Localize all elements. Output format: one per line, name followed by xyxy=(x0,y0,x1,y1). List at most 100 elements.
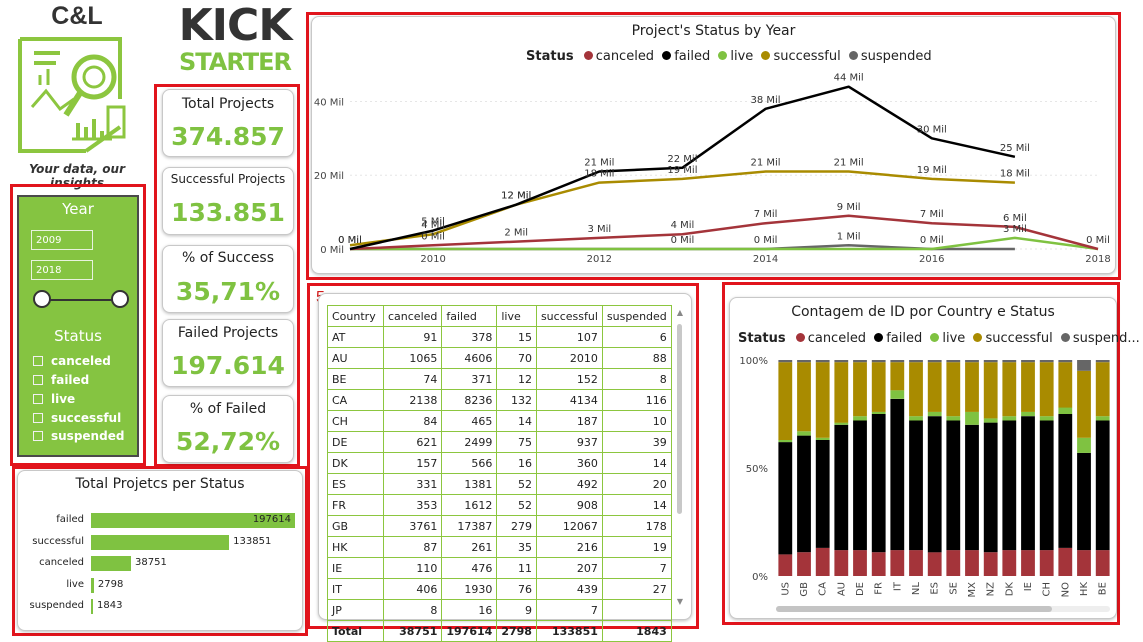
table-row[interactable]: IE 110 476 11 207 7 xyxy=(327,557,672,579)
column-header[interactable]: successful xyxy=(535,305,603,327)
kpi-card-total-projects: Total Projects 374.857 xyxy=(162,89,294,157)
total-cell: Total xyxy=(327,620,384,642)
value-cell: 4134 xyxy=(535,389,603,411)
column-header[interactable]: Country xyxy=(327,305,384,327)
slider-handle-start[interactable] xyxy=(33,290,51,308)
checkbox[interactable] xyxy=(33,431,43,441)
table-row[interactable]: DE 621 2499 75 937 39 xyxy=(327,431,672,453)
checkbox[interactable] xyxy=(33,394,43,404)
checkbox[interactable] xyxy=(33,413,43,423)
value-cell: 2499 xyxy=(441,431,498,453)
table-row[interactable]: CH 84 465 14 187 10 xyxy=(327,410,672,432)
stack-segment-live xyxy=(853,416,867,421)
bar-live[interactable] xyxy=(91,577,94,593)
table-row[interactable]: FR 353 1612 52 908 14 xyxy=(327,494,672,516)
stack-segment-successful xyxy=(983,362,998,419)
table-row[interactable]: AT 91 378 15 107 6 xyxy=(327,326,672,348)
table-row[interactable]: GB 3761 17387 279 12067 178 xyxy=(327,515,672,537)
stack-segment-live xyxy=(890,390,905,399)
checkbox[interactable] xyxy=(33,375,43,385)
table-row[interactable]: CA 2138 8236 132 4134 116 xyxy=(327,389,672,411)
value-cell: 1381 xyxy=(441,473,498,495)
x-tick-label: 2016 xyxy=(919,254,944,265)
country-cell: BE xyxy=(327,368,384,390)
stack-segment-suspended xyxy=(778,360,793,363)
bar-suspended[interactable] xyxy=(91,599,93,614)
slider-handle-end[interactable] xyxy=(111,290,129,308)
data-label: 38 Mil xyxy=(751,95,781,106)
stack-segment-failed xyxy=(834,424,849,551)
stack-segment-canceled xyxy=(871,552,886,576)
column-header[interactable]: canceled xyxy=(382,305,443,327)
value-cell: 10 xyxy=(601,410,672,432)
year-range-slider[interactable] xyxy=(33,290,129,312)
value-cell: 331 xyxy=(382,473,443,495)
x-tick-label: 2018 xyxy=(1085,254,1110,265)
data-label: 0 Mil xyxy=(920,235,944,246)
table-row[interactable]: ES 331 1381 52 492 20 xyxy=(327,473,672,495)
status-option-failed[interactable]: failed xyxy=(33,372,89,388)
stack-segment-failed xyxy=(946,420,961,551)
column-header[interactable]: suspended xyxy=(601,305,672,327)
x-tick-label: ES xyxy=(930,582,941,595)
table-row[interactable]: BE 74 371 12 152 8 xyxy=(327,368,672,390)
x-tick-label: 2014 xyxy=(753,254,778,265)
country-status-table: Country canceled failed live successful … xyxy=(327,305,672,642)
stack-segment-failed xyxy=(1058,414,1073,548)
table-row[interactable]: IT 406 1930 76 439 27 xyxy=(327,578,672,600)
kpi-value: 35,71% xyxy=(175,277,281,306)
bar-canceled[interactable] xyxy=(91,556,131,571)
column-header[interactable]: failed xyxy=(441,305,498,327)
stack-segment-suspended xyxy=(871,360,886,363)
stacked-chart-card: Contagem de ID por Country e Status Stat… xyxy=(729,297,1140,619)
year-end-input[interactable] xyxy=(31,260,93,280)
table-row[interactable]: AU 1065 4606 70 2010 88 xyxy=(327,347,672,369)
stack-segment-suspended xyxy=(1002,360,1017,363)
table-row[interactable]: JP 8 16 9 7 xyxy=(327,599,672,621)
year-start-input[interactable] xyxy=(31,230,93,250)
value-cell: 908 xyxy=(535,494,603,516)
value-cell: 178 xyxy=(601,515,672,537)
line-chart-plot: 0 Mil 20 Mil 40 Mil 2010 2012 2014 2016 2018 0 M… xyxy=(314,73,1111,265)
stack-segment-failed xyxy=(815,439,830,548)
stack-segment-canceled xyxy=(927,552,942,576)
stack-segment-failed xyxy=(1039,420,1054,551)
scroll-thumb[interactable] xyxy=(776,606,1052,612)
checkbox[interactable] xyxy=(33,356,43,366)
y-tick-label: 50% xyxy=(746,464,768,475)
table-row[interactable]: DK 157 566 16 360 14 xyxy=(327,452,672,474)
scroll-down-icon[interactable]: ▼ xyxy=(675,597,685,606)
value-cell: 492 xyxy=(535,473,603,495)
status-option-label: failed xyxy=(51,373,90,387)
scroll-up-icon[interactable]: ▲ xyxy=(675,308,685,317)
stack-segment-suspended xyxy=(797,360,811,363)
stack-segment-canceled xyxy=(815,547,830,576)
table-row[interactable]: HK 87 261 35 216 19 xyxy=(327,536,672,558)
y-tick-label: 0 Mil xyxy=(320,245,344,256)
data-label: 0 Mil xyxy=(671,235,695,246)
column-header[interactable]: live xyxy=(496,305,537,327)
stacked-chart-scrollbar[interactable] xyxy=(776,606,1110,612)
status-option-canceled[interactable]: canceled xyxy=(33,353,111,369)
data-label: 25 Mil xyxy=(1000,143,1030,154)
data-label: 22 Mil xyxy=(667,154,697,165)
kpi-card-success-rate: % of Success 35,71% xyxy=(162,245,294,313)
total-cell: 2798 xyxy=(496,620,537,642)
stack-segment-failed xyxy=(871,414,886,553)
value-cell: 465 xyxy=(441,410,498,432)
bar-value-label: 133851 xyxy=(233,535,272,547)
scroll-thumb[interactable] xyxy=(677,324,682,514)
value-cell: 3761 xyxy=(382,515,443,537)
status-option-successful[interactable]: successful xyxy=(33,410,121,426)
stack-segment-failed xyxy=(1077,452,1091,551)
x-tick-label: IT xyxy=(892,581,903,591)
value-cell: 9 xyxy=(496,599,537,621)
table-scrollbar[interactable]: ▲ ▼ xyxy=(675,308,685,606)
status-option-suspended[interactable]: suspended xyxy=(33,428,124,444)
status-option-live[interactable]: live xyxy=(33,391,75,407)
value-cell: 7 xyxy=(535,599,603,621)
stack-segment-canceled xyxy=(778,554,793,576)
x-tick-label: HK xyxy=(1079,582,1090,597)
country-cell: IE xyxy=(327,557,384,579)
bar-successful[interactable] xyxy=(91,534,230,550)
